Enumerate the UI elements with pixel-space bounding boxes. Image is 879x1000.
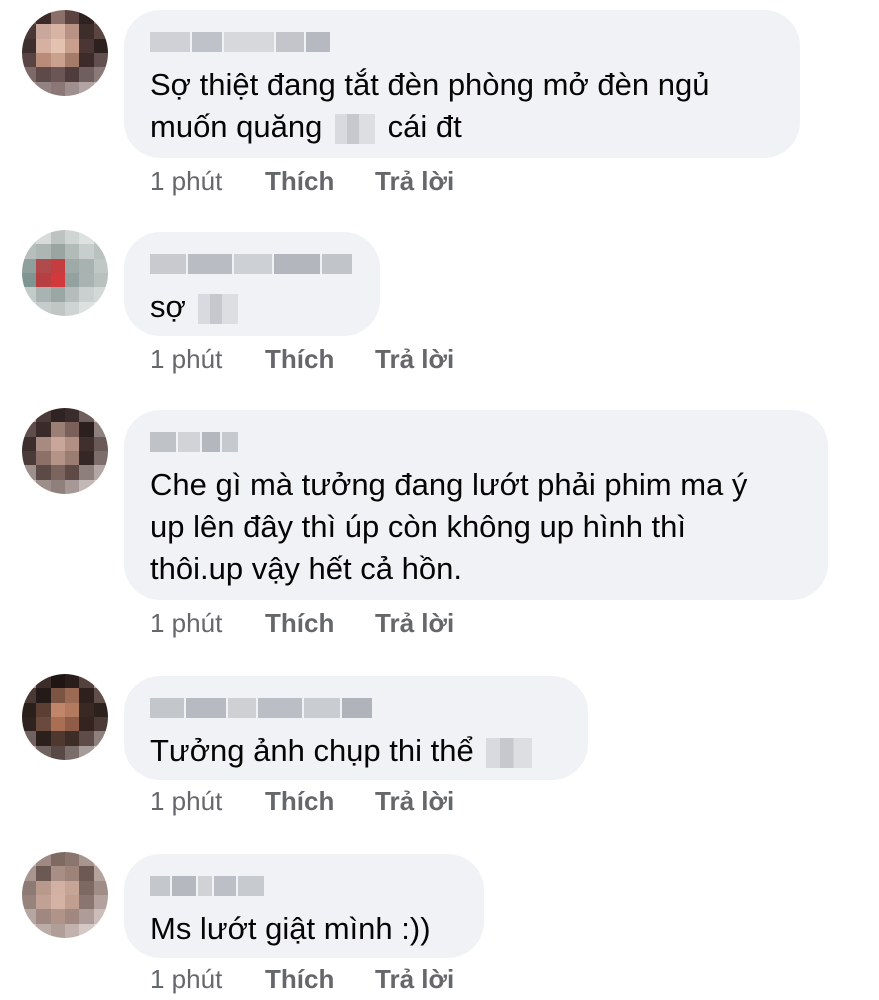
reply-button[interactable]: Trả lời [375,608,454,639]
comment-text: sợ [150,286,354,328]
comment-actions: 1 phút Thích Trả lời [150,344,454,375]
commenter-name-blurred[interactable] [150,254,354,274]
like-button[interactable]: Thích [265,964,375,995]
reply-button[interactable]: Trả lời [375,344,454,375]
comment-text: Ms lướt giật mình :)) [150,911,431,946]
comment-actions: 1 phút Thích Trả lời [150,608,454,639]
avatar[interactable] [22,10,108,96]
like-button[interactable]: Thích [265,166,375,197]
censored-word [334,113,375,144]
censored-word [198,293,239,324]
reply-button[interactable]: Trả lời [375,786,454,817]
comment-bubble: Tưởng ảnh chụp thi thể [124,676,588,780]
comment-text: Che gì mà tưởng đang lướt phải phim ma ý… [150,467,748,586]
comment-bubble: sợ [124,232,380,336]
comment-bubble: Che gì mà tưởng đang lướt phải phim ma ý… [124,410,828,600]
like-button[interactable]: Thích [265,608,375,639]
avatar[interactable] [22,852,108,938]
avatar[interactable] [22,408,108,494]
comment-timestamp: 1 phút [150,344,223,374]
comment-bubble: Sợ thiệt đang tắt đèn phòng mở đèn ngủ m… [124,10,800,158]
commenter-name-blurred[interactable] [150,876,458,896]
comment-bubble: Ms lướt giật mình :)) [124,854,484,958]
comment-text: Tưởng ảnh chụp thi thể [150,730,562,772]
commenter-name-blurred[interactable] [150,698,562,718]
like-button[interactable]: Thích [265,344,375,375]
reply-button[interactable]: Trả lời [375,166,454,197]
censored-word [486,737,533,768]
comment-timestamp: 1 phút [150,964,223,994]
avatar[interactable] [22,230,108,316]
avatar[interactable] [22,674,108,760]
comment-actions: 1 phút Thích Trả lời [150,786,454,817]
comment-timestamp: 1 phút [150,608,223,638]
comment-timestamp: 1 phút [150,166,223,196]
commenter-name-blurred[interactable] [150,432,802,452]
like-button[interactable]: Thích [265,786,375,817]
comment-text: Sợ thiệt đang tắt đèn phòng mở đèn ngủ m… [150,67,710,144]
comment-timestamp: 1 phút [150,786,223,816]
comment-actions: 1 phút Thích Trả lời [150,964,454,995]
comment-actions: 1 phút Thích Trả lời [150,166,454,197]
reply-button[interactable]: Trả lời [375,964,454,995]
commenter-name-blurred[interactable] [150,32,774,52]
